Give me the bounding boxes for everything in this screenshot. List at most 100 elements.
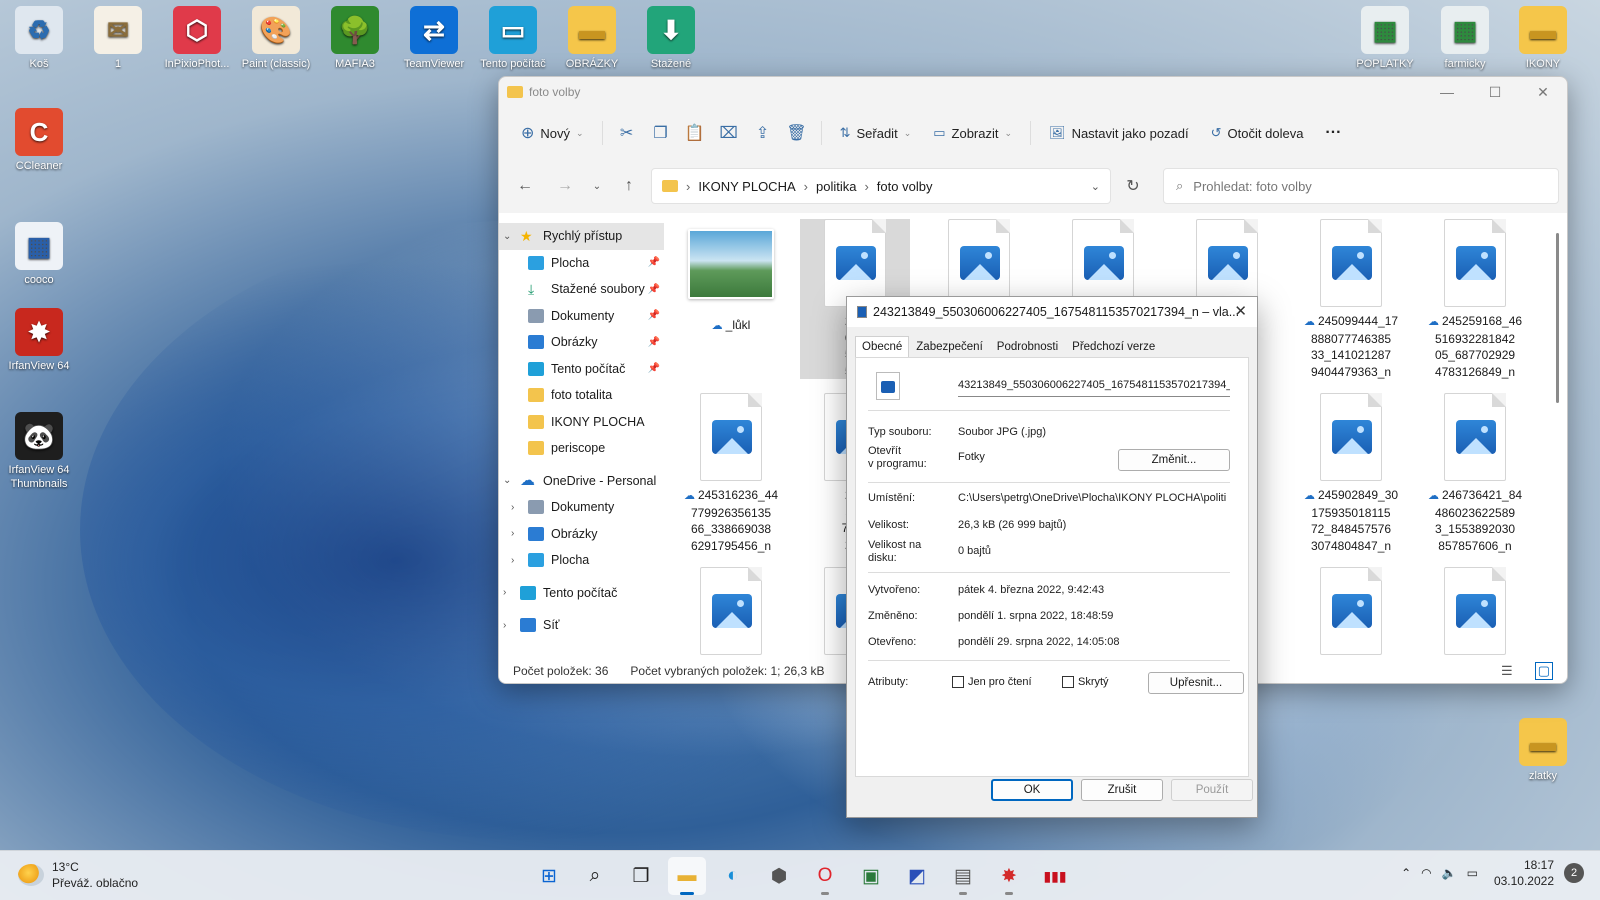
up-button[interactable]: ↑ (611, 170, 647, 202)
taskbar-opera-button[interactable]: O (806, 857, 844, 895)
advanced-button[interactable]: Upřesnit... (1148, 672, 1244, 694)
taskbar-edge-button[interactable]: ◐ (714, 857, 752, 895)
speaker-icon[interactable]: 🔈 (1442, 866, 1457, 880)
view-button[interactable]: ▭ Zobrazit ⌄ (923, 117, 1022, 149)
chevron-icon[interactable]: › (503, 620, 513, 631)
weather-widget[interactable]: 13°C Převáž. oblačno (18, 859, 138, 891)
close-icon[interactable]: ✕ (1234, 302, 1247, 320)
sidebar-item[interactable]: ⌄ ☁ OneDrive - Personal (499, 468, 664, 495)
back-button[interactable]: ← (507, 170, 543, 202)
change-button[interactable]: Změnit... (1118, 449, 1230, 471)
desktop-icon[interactable]: ▬ zlatky (1504, 718, 1582, 783)
search-box[interactable]: ⌕ Prohledat: foto volby (1163, 168, 1559, 204)
file-item[interactable]: ☁ 246736421_84 486023622589 3_1553892030 857… (1420, 393, 1530, 554)
breadcrumb-ikony-plocha[interactable]: IKONY PLOCHA (698, 179, 795, 194)
file-item[interactable]: ☁ 245259168_46 516932281842 05_687702929 478… (1420, 219, 1530, 380)
desktop-icon[interactable]: ▬ IKONY (1504, 6, 1582, 71)
desktop-icon[interactable]: 🎨 Paint (classic) (237, 6, 315, 71)
properties-titlebar[interactable]: 243213849_550306006227405_16754811535702… (847, 297, 1257, 327)
desktop-icon[interactable]: ✉ 1 (79, 6, 157, 71)
desktop-icon[interactable]: 🌳 MAFIA3 (316, 6, 394, 71)
taskbar-monitor-app-button[interactable]: ▣ (852, 857, 890, 895)
file-item[interactable] (676, 567, 786, 659)
desktop-icon[interactable]: ▦ POPLATKY (1346, 6, 1424, 71)
taskbar-search-button[interactable]: ⌕ (576, 857, 614, 895)
taskbar-app-chart-button[interactable]: ◩ (898, 857, 936, 895)
readonly-checkbox[interactable]: Jen pro čtení (952, 676, 1032, 689)
forward-button[interactable]: → (547, 170, 583, 202)
sidebar-item[interactable]: › Dokumenty (499, 494, 664, 521)
file-item[interactable] (1296, 567, 1406, 659)
tab-previous-versions[interactable]: Předchozí verze (1065, 336, 1162, 357)
desktop-icon[interactable]: ⬇ Stažené (632, 6, 710, 71)
set-background-button[interactable]: 🖼 Nastavit jako pozadí (1039, 117, 1199, 149)
sidebar-item[interactable]: foto totalita (499, 382, 664, 409)
sidebar-item[interactable]: ⤓ Stažené soubory 📌 (499, 276, 664, 303)
breadcrumb-foto-volby[interactable]: foto volby (877, 179, 933, 194)
desktop-icon[interactable]: ▦ farmicky (1426, 6, 1504, 71)
sidebar-item[interactable]: › Plocha (499, 547, 664, 574)
cut-button[interactable]: ✂ (611, 117, 643, 149)
new-button[interactable]: ⊕ Nový ⌄ (511, 117, 594, 149)
taskbar-task-view-button[interactable]: ❐ (622, 857, 660, 895)
sidebar-item[interactable]: Dokumenty 📌 (499, 303, 664, 330)
breadcrumb-politika[interactable]: politika (816, 179, 856, 194)
minimize-button[interactable]: — (1423, 77, 1471, 107)
taskbar-app-bars-button[interactable]: ▮▮▮ (1036, 857, 1074, 895)
desktop-icon[interactable]: ✸ IrfanView 64 (0, 308, 78, 373)
desktop-icon[interactable]: ▬ OBRÁZKY (553, 6, 631, 71)
sidebar-item[interactable]: Tento počítač 📌 (499, 356, 664, 383)
taskbar-file-explorer-button[interactable]: ▬ (668, 857, 706, 895)
desktop-icon[interactable]: 🐼 IrfanView 64 Thumbnails (0, 412, 78, 491)
close-button[interactable]: ✕ (1519, 77, 1567, 107)
cancel-button[interactable]: Zrušit (1081, 779, 1163, 801)
refresh-button[interactable]: ↻ (1115, 170, 1151, 202)
battery-icon[interactable]: ▭ (1467, 866, 1478, 880)
paste-button[interactable]: 📋 (679, 117, 711, 149)
file-item[interactable] (1420, 567, 1530, 659)
chevron-icon[interactable]: › (511, 528, 521, 539)
explorer-titlebar[interactable]: foto volby — ☐ ✕ (499, 77, 1567, 107)
tab-security[interactable]: Zabezpečení (909, 336, 990, 357)
delete-button[interactable]: 🗑 (781, 117, 813, 149)
details-view-icon[interactable]: ☰ (1501, 663, 1513, 679)
filename-field[interactable]: 43213849_550306006227405_167548115357021… (958, 375, 1230, 397)
chevron-icon[interactable]: › (511, 555, 521, 566)
more-options-button[interactable]: ··· (1315, 117, 1351, 149)
tab-details[interactable]: Podrobnosti (990, 336, 1065, 357)
sidebar-item[interactable]: ⌄ ★ Rychlý přístup (499, 223, 664, 250)
rotate-left-button[interactable]: ↺ Otočit doleva (1201, 117, 1314, 149)
chevron-icon[interactable]: › (511, 502, 521, 513)
address-bar[interactable]: › IKONY PLOCHA › politika › foto volby ⌄ (651, 168, 1111, 204)
chevron-icon[interactable]: ⌄ (503, 231, 513, 242)
ok-button[interactable]: OK (991, 779, 1073, 801)
desktop-icon[interactable]: ⇄ TeamViewer (395, 6, 473, 71)
recent-locations-button[interactable]: ⌄ (587, 170, 607, 202)
file-item[interactable]: ☁ 245902849_30 175935018115 72_848457576 307… (1296, 393, 1406, 554)
desktop-icon[interactable]: ⬡ InPixioPhot... (158, 6, 236, 71)
desktop-icon[interactable]: ▦ cooco (0, 222, 78, 287)
desktop-icon[interactable]: ♻ Koš (0, 6, 78, 71)
rename-button[interactable]: ⌧ (713, 117, 745, 149)
apply-button[interactable]: Použít (1171, 779, 1253, 801)
notification-badge[interactable]: 2 (1564, 863, 1584, 883)
taskbar-notepad-button[interactable]: ▤ (944, 857, 982, 895)
file-item[interactable]: ☁ 245316236_44 779926356135 66_338669038 629… (676, 393, 786, 554)
maximize-button[interactable]: ☐ (1471, 77, 1519, 107)
sidebar-item[interactable]: Obrázky 📌 (499, 329, 664, 356)
file-item[interactable]: ☁ _lůkl (676, 219, 786, 335)
copy-button[interactable]: ❐ (645, 117, 677, 149)
sidebar-item[interactable]: › Tento počítač (499, 580, 664, 607)
file-item[interactable]: ☁ 245099444_17 888077746385 33_141021287 940… (1296, 219, 1406, 380)
large-icons-view-icon[interactable]: ▢ (1534, 662, 1553, 680)
address-dropdown-icon[interactable]: ⌄ (1091, 180, 1100, 193)
tab-general[interactable]: Obecné (855, 336, 910, 357)
sidebar-item[interactable]: Plocha 📌 (499, 250, 664, 277)
checkbox-hidden[interactable] (1062, 676, 1074, 689)
desktop-icon[interactable]: C CCleaner (0, 108, 78, 173)
taskbar-irfanview-button[interactable]: ✸ (990, 857, 1028, 895)
sidebar-item[interactable]: › Obrázky (499, 521, 664, 548)
share-button[interactable]: ⇪ (747, 117, 779, 149)
desktop-icon[interactable]: ▭ Tento počítač (474, 6, 552, 71)
clock[interactable]: 18:17 03.10.2022 (1494, 857, 1554, 889)
